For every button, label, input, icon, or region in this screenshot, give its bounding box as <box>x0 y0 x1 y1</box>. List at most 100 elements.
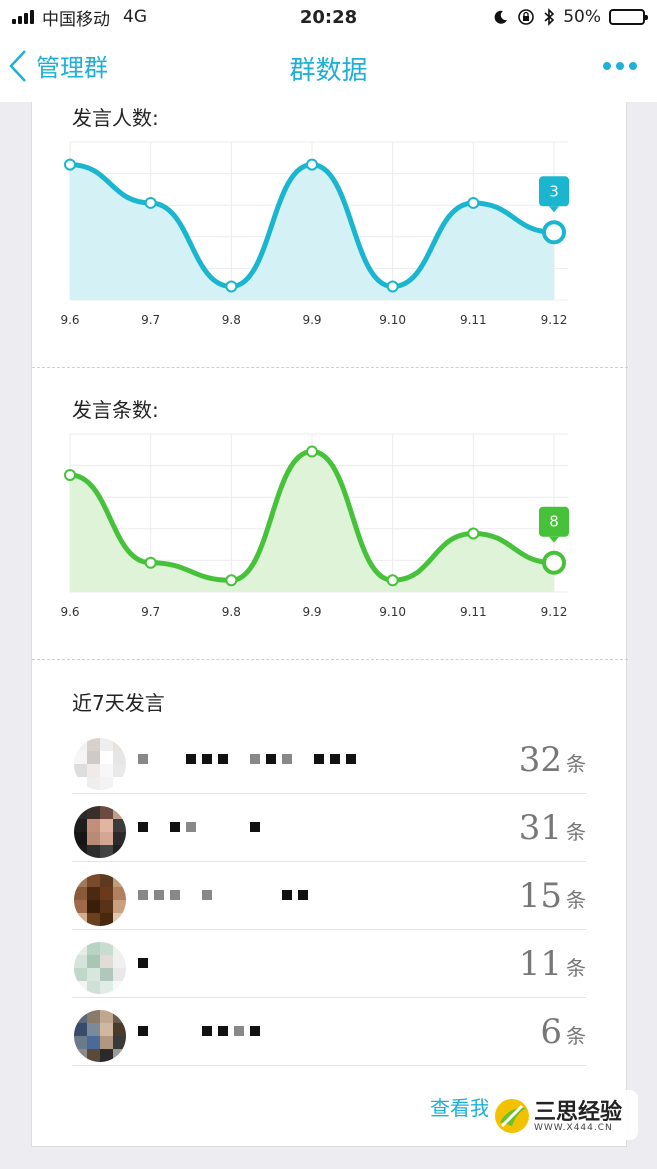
x-tick-label: 9.11 <box>460 313 487 327</box>
avatar-pixel <box>74 900 87 913</box>
avatar-pixel <box>113 942 126 955</box>
more-button[interactable] <box>603 62 637 70</box>
data-point <box>144 196 157 209</box>
x-tick-label: 9.8 <box>222 313 241 327</box>
avatar-pixel <box>113 806 126 819</box>
ranking-row[interactable]: 11 条 <box>72 930 586 998</box>
avatar-pixel <box>87 819 100 832</box>
avatar-pixel <box>113 819 126 832</box>
redaction-block <box>154 1026 164 1036</box>
avatar-pixel <box>87 955 100 968</box>
redaction-block <box>346 754 356 764</box>
more-dot <box>629 62 637 70</box>
redaction-block <box>186 822 196 832</box>
message-count: 31 条 <box>519 808 586 848</box>
avatar-pixel <box>87 968 100 981</box>
redaction-block <box>330 754 340 764</box>
redaction-block <box>218 1026 228 1036</box>
messages-title: 发言条数: <box>72 398 159 422</box>
value-tooltip-pointer <box>549 536 559 543</box>
redaction-block <box>250 1026 260 1036</box>
message-count-unit: 条 <box>566 820 586 844</box>
ranking-title: 近7天发言 <box>72 691 165 715</box>
data-point <box>386 574 399 587</box>
ranking-row[interactable]: 31 条 <box>72 794 586 862</box>
redaction-block <box>250 890 260 900</box>
avatar-pixel <box>74 913 87 926</box>
avatar-pixel <box>74 832 87 845</box>
data-point <box>467 527 480 540</box>
avatar-pixel <box>100 845 113 858</box>
avatar-pixel <box>113 845 126 858</box>
avatar-pixel <box>74 955 87 968</box>
avatar-pixel <box>113 764 126 777</box>
x-tick-label: 9.6 <box>60 313 79 327</box>
avatar-pixel <box>87 887 100 900</box>
avatar-pixel <box>113 955 126 968</box>
view-more-link[interactable]: 查看我 <box>430 1092 490 1121</box>
redaction-block <box>234 822 244 832</box>
avatar <box>74 1010 126 1062</box>
avatar-pixel <box>87 738 100 751</box>
avatar-pixel <box>100 942 113 955</box>
avatar-pixel <box>87 845 100 858</box>
speakers-chart: 3 9.6 9.7 9.8 9.9 9.10 9.11 9.12 <box>60 141 569 327</box>
redaction-block <box>154 754 164 764</box>
avatar-pixel <box>74 1036 87 1049</box>
member-name-redacted <box>138 958 148 972</box>
watermark-title: 三思经验 <box>534 1100 623 1125</box>
data-point <box>542 220 566 245</box>
redaction-block <box>170 822 180 832</box>
redaction-block <box>138 754 148 764</box>
message-count-value: 31 <box>518 808 562 848</box>
avatar-pixel <box>87 1023 100 1036</box>
redaction-block <box>282 754 292 764</box>
avatar-pixel <box>113 968 126 981</box>
message-count-value: 15 <box>518 876 562 916</box>
avatar-pixel <box>74 981 87 994</box>
avatar-pixel <box>87 806 100 819</box>
message-count-unit: 条 <box>566 752 586 776</box>
data-point <box>225 280 238 293</box>
redaction-block <box>234 754 244 764</box>
back-label: 管理群 <box>36 54 108 82</box>
redaction-block <box>234 1026 244 1036</box>
redaction-block <box>266 754 276 764</box>
ranking-row[interactable]: 32 条 <box>72 726 586 794</box>
redaction-block <box>250 754 260 764</box>
avatar-pixel <box>74 819 87 832</box>
redaction-block <box>138 958 148 968</box>
redaction-block <box>138 822 148 832</box>
avatar-pixel <box>74 1049 87 1062</box>
series-area <box>70 451 554 592</box>
avatar-pixel <box>100 981 113 994</box>
message-count-unit: 条 <box>566 956 586 980</box>
avatar-pixel <box>100 900 113 913</box>
avatar-pixel <box>113 777 126 790</box>
redaction-block <box>234 890 244 900</box>
avatar-pixel <box>87 874 100 887</box>
redaction-block <box>218 754 228 764</box>
back-button[interactable]: 管理群 <box>8 48 108 83</box>
ranking-row[interactable]: 15 条 <box>72 862 586 930</box>
avatar-pixel <box>87 764 100 777</box>
redaction-block <box>266 890 276 900</box>
avatar-pixel <box>87 1049 100 1062</box>
redaction-block <box>170 1026 180 1036</box>
x-tick-label: 9.9 <box>302 605 321 619</box>
signal-icon <box>12 10 34 24</box>
avatar-pixel <box>113 1023 126 1036</box>
avatar-pixel <box>113 1036 126 1049</box>
avatar-pixel <box>113 913 126 926</box>
status-left: 中国移动 4G <box>12 5 147 30</box>
redaction-block <box>202 822 212 832</box>
avatar-pixel <box>113 1049 126 1062</box>
more-dot <box>616 62 624 70</box>
avatar <box>74 874 126 926</box>
x-tick-label: 9.7 <box>141 605 160 619</box>
avatar <box>74 738 126 790</box>
message-count: 11 条 <box>519 944 586 984</box>
avatar-pixel <box>87 1036 100 1049</box>
ranking-row[interactable]: 6条 <box>72 998 586 1066</box>
avatar-pixel <box>87 777 100 790</box>
